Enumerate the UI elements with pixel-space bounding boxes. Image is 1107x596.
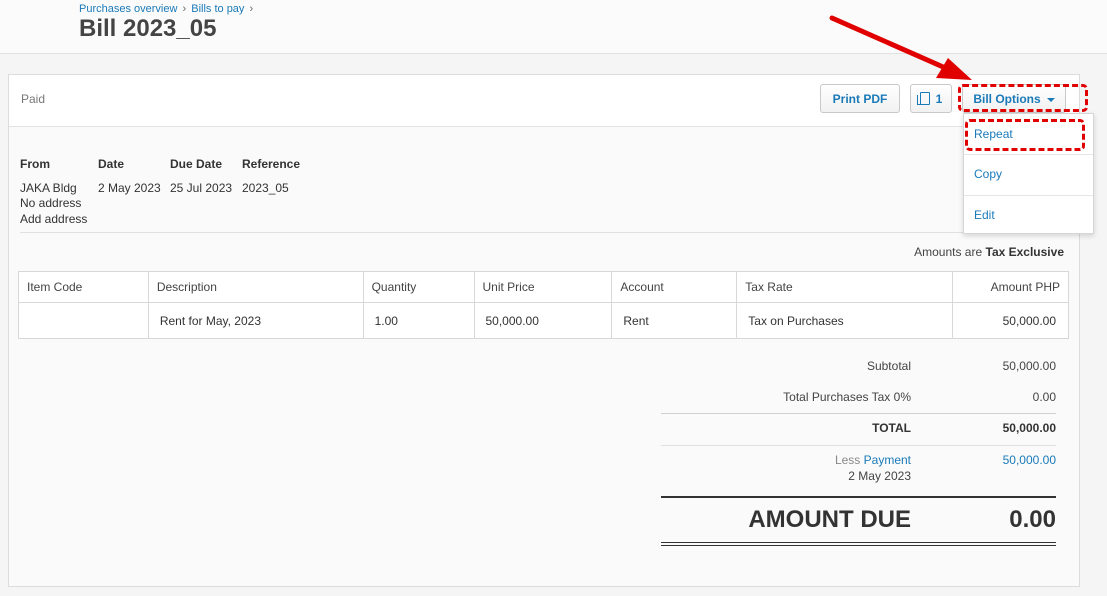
caret-down-icon: [1046, 97, 1055, 102]
amounts-note-mode: Tax Exclusive: [985, 245, 1065, 259]
bill-options-label: Bill Options: [973, 91, 1041, 106]
breadcrumb-bills-to-pay[interactable]: Bills to pay: [191, 3, 244, 15]
amount-due-top-rule: [661, 496, 1056, 498]
bill-options-menu: Repeat Copy Edit: [963, 113, 1094, 234]
menu-divider: [964, 195, 1093, 196]
page-title: Bill 2023_05: [79, 15, 217, 42]
status-label: Paid: [21, 92, 46, 106]
amounts-note-prefix: Amounts are: [914, 245, 983, 259]
col-tax-rate: Tax Rate: [736, 271, 954, 303]
cell-description: Rent for May, 2023: [147, 302, 364, 339]
cell-account: Rent: [611, 302, 738, 339]
totals-divider: [661, 445, 1056, 446]
col-unit-price: Unit Price: [473, 271, 613, 303]
menu-item-copy[interactable]: Copy: [974, 167, 1002, 181]
breadcrumb: Purchases overview › Bills to pay ›: [79, 3, 255, 15]
menu-item-edit[interactable]: Edit: [974, 208, 995, 222]
less-text: Less: [834, 453, 861, 467]
col-description: Description: [147, 271, 364, 303]
tax-value: 0.00: [1032, 390, 1056, 404]
breadcrumb-separator: ›: [249, 3, 254, 15]
col-item-code: Item Code: [18, 271, 149, 303]
menu-divider: [964, 154, 1093, 155]
amount-due-bottom-rule: [661, 545, 1056, 546]
subtotal-label: Subtotal: [866, 359, 911, 373]
bill-options-button[interactable]: Bill Options: [962, 84, 1066, 113]
col-amount: Amount PHP: [952, 271, 1069, 303]
bill-toolbar: Paid Print PDF 1 Bill Options: [9, 75, 1079, 127]
bill-date: 2 May 2023: [98, 181, 161, 195]
bill-reference: 2023_05: [242, 181, 289, 195]
amount-due-value: 0.00: [1009, 506, 1056, 533]
line-items-table: Item Code Description Quantity Unit Pric…: [18, 271, 1069, 339]
totals-divider: [661, 413, 1056, 414]
files-count: 1: [935, 91, 943, 106]
files-button[interactable]: 1: [910, 84, 952, 113]
details-divider: [20, 232, 1068, 233]
amount-due-label: AMOUNT DUE: [748, 506, 911, 533]
from-header: From: [20, 157, 50, 171]
amount-due-bottom-rule: [661, 542, 1056, 543]
cell-quantity: 1.00: [362, 302, 475, 339]
print-pdf-button[interactable]: Print PDF: [820, 84, 900, 113]
contact-link[interactable]: JAKA Bldg: [20, 181, 77, 195]
col-account: Account: [611, 271, 738, 303]
due-date-header: Due Date: [170, 157, 223, 171]
cell-unit-price: 50,000.00: [473, 302, 613, 339]
breadcrumb-purchases-overview[interactable]: Purchases overview: [79, 3, 177, 15]
payment-date: 2 May 2023: [848, 469, 911, 483]
cell-item-code: [18, 302, 149, 339]
add-address-link[interactable]: Add address: [20, 212, 87, 226]
payment-amount-link[interactable]: 50,000.00: [1003, 453, 1056, 467]
menu-item-repeat[interactable]: Repeat: [974, 127, 1013, 141]
cell-amount: 50,000.00: [952, 302, 1069, 339]
date-header: Date: [98, 157, 125, 171]
bill-due-date: 25 Jul 2023: [170, 181, 233, 195]
less-payment-label: Less Payment: [835, 453, 911, 467]
table-row: Rent for May, 2023 1.00 50,000.00 Rent T…: [18, 302, 1069, 339]
reference-header: Reference: [242, 157, 301, 171]
total-value: 50,000.00: [1002, 421, 1056, 435]
subtotal-value: 50,000.00: [1002, 359, 1056, 373]
tax-label: Total Purchases Tax 0%: [783, 390, 911, 404]
file-icon: [916, 92, 930, 105]
no-address-text: No address: [20, 196, 82, 210]
breadcrumb-separator: ›: [182, 3, 187, 15]
col-quantity: Quantity: [362, 271, 475, 303]
table-header-row: Item Code Description Quantity Unit Pric…: [18, 271, 1069, 303]
amounts-mode-note: Amounts are Tax Exclusive: [914, 245, 1064, 259]
payment-link[interactable]: Payment: [864, 453, 911, 467]
cell-tax-rate: Tax on Purchases: [736, 302, 954, 339]
total-label: TOTAL: [872, 421, 911, 435]
page-header: Purchases overview › Bills to pay › Bill…: [0, 0, 1107, 54]
